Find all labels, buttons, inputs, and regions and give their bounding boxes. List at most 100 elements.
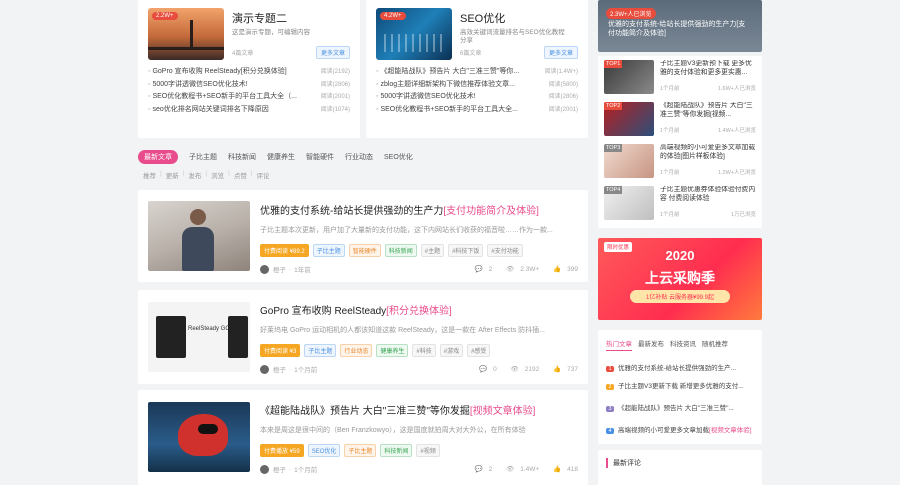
list-item[interactable]: 5000字讲透微信SEO优化技术!阅读(2806) bbox=[376, 91, 578, 104]
view-badge: 2.2W+ bbox=[152, 12, 178, 20]
hashtag[interactable]: #科技下饭 bbox=[448, 244, 484, 257]
featured-post-banner[interactable]: 2.3W+人已浏览 优雅的支付系统-给站长提供强劲的生产力[支付功能简介及体验] bbox=[598, 0, 762, 52]
list-item[interactable]: 3 《超能陆战队》预告片 大白"三准三赞"... bbox=[606, 402, 754, 412]
hot-post-thumb[interactable]: TOP3 bbox=[604, 144, 654, 178]
eye-icon: 👁 bbox=[510, 366, 519, 373]
tab-tech-news[interactable]: 科技新闻 bbox=[228, 152, 256, 162]
sort-comments[interactable]: 评论 bbox=[257, 170, 270, 180]
tab-random[interactable]: 随机推荐 bbox=[702, 338, 728, 351]
tab-tech-info[interactable]: 科技资讯 bbox=[670, 338, 696, 351]
more-articles-button[interactable]: 更多文章 bbox=[543, 46, 578, 59]
topic-thumb[interactable]: 4.2W+ bbox=[376, 8, 452, 60]
sort-updated[interactable]: 更新 bbox=[166, 170, 179, 180]
tab-industry[interactable]: 行业动态 bbox=[345, 152, 373, 162]
comment-count: 💬 2 bbox=[474, 466, 493, 473]
list-item[interactable]: seo优化排名网站关键词排名下降原因阅读(1074) bbox=[148, 104, 350, 117]
post-card[interactable]: ReelSteady GO GoPro 宣布收购 ReelSteady[积分兑换… bbox=[138, 290, 588, 384]
hot-post-title[interactable]: 《超能陆战队》预告片 大白"三准三赞"等你发掘[视频... bbox=[660, 102, 756, 121]
post-author[interactable]: 橙子 · 1个月前 bbox=[260, 464, 317, 474]
hot-post-item[interactable]: TOP4 子比主题优惠券体验体验付费内容 付费阅读体验 1个月前 1万已浏览 bbox=[604, 186, 756, 222]
hot-post-item[interactable]: TOP2 《超能陆战队》预告片 大白"三准三赞"等你发掘[视频... 1个月前 1… bbox=[604, 102, 756, 138]
post-thumbnail[interactable]: ReelSteady GO bbox=[148, 302, 250, 372]
promo-year: 2020 bbox=[665, 248, 695, 263]
category-tag[interactable]: 智能硬件 bbox=[348, 244, 381, 257]
topic-card-2[interactable]: 4.2W+ SEO优化 高效关键词流量排名与SEO优化教程分享 6篇文章 更多文… bbox=[366, 0, 588, 138]
avatar[interactable] bbox=[260, 364, 269, 374]
like-count[interactable]: 👍 737 bbox=[547, 366, 578, 373]
hot-post-thumb[interactable]: TOP2 bbox=[604, 102, 654, 136]
hot-post-item[interactable]: TOP1 子比主题V3更新预下载 更多优雅的支付体验和更多更实惠... 1个月前… bbox=[604, 60, 756, 96]
hashtag[interactable]: #主题 bbox=[420, 244, 445, 257]
topic-title[interactable]: SEO优化 bbox=[460, 10, 578, 26]
list-item[interactable]: 1 优雅的支付系统-给站长提供强劲的生产... bbox=[606, 362, 754, 372]
category-tag[interactable]: 科技新闻 bbox=[384, 244, 417, 257]
category-tag[interactable]: 子比主题 bbox=[312, 244, 345, 257]
list-item[interactable]: SEO优化教程书+SEO新手的平台工具大全...阅读(2001) bbox=[376, 104, 578, 117]
post-card[interactable]: 《超能陆战队》预告片 大白"三准三赞"等你发掘[视频文章体验] 本来是周这是很中… bbox=[138, 390, 588, 485]
avatar[interactable] bbox=[260, 464, 269, 474]
tab-latest[interactable]: 最新文章 bbox=[138, 150, 178, 164]
hot-post-title[interactable]: 子比主题V3更新预下载 更多优雅的支付体验和更多更实惠... bbox=[660, 60, 756, 79]
sort-recommend[interactable]: 推荐 bbox=[143, 170, 156, 180]
comment-icon: 💬 bbox=[474, 266, 483, 273]
post-thumbnail[interactable] bbox=[148, 201, 250, 271]
list-item[interactable]: 《超能陆战队》预告片 大白"三准三赞"等你...阅读(1.4W+) bbox=[376, 66, 578, 79]
tab-health[interactable]: 健康养生 bbox=[267, 152, 295, 162]
list-item[interactable]: zblog主题详细新架构下微信推荐体验文章...阅读(5800) bbox=[376, 79, 578, 92]
featured-caption[interactable]: 优雅的支付系统-给站长提供强劲的生产力[支付功能简介及体验] bbox=[608, 20, 752, 39]
post-title[interactable]: 《超能陆战队》预告片 大白"三准三赞"等你发掘[视频文章体验] bbox=[260, 402, 578, 417]
category-tag[interactable]: 科技新闻 bbox=[380, 444, 413, 457]
topic-title[interactable]: 演示专题二 bbox=[232, 10, 350, 26]
list-item[interactable]: GoPro 宣布收购 ReelSteady[积分兑换体验]阅读(2192) bbox=[148, 66, 350, 79]
hashtag[interactable]: #游戏 bbox=[439, 344, 464, 357]
tab-zibi-theme[interactable]: 子比主题 bbox=[189, 152, 217, 162]
post-author[interactable]: 橙子 · 1年前 bbox=[260, 264, 311, 274]
hot-post-thumb[interactable]: TOP1 bbox=[604, 60, 654, 94]
promo-subtitle: 1亿补贴 云服务器¥99.9起 bbox=[630, 290, 730, 303]
post-card[interactable]: 优雅的支付系统-给站长提供强劲的生产力[支付功能简介及体验] 子比主题本次更新，… bbox=[138, 190, 588, 282]
category-tag[interactable]: 子比主题 bbox=[344, 444, 377, 457]
hashtag[interactable]: #感受 bbox=[467, 344, 491, 357]
list-item[interactable]: 2 子比主题V3更新下载 新增更多优雅的支付... bbox=[606, 380, 754, 390]
topic-card-1[interactable]: 2.2W+ 演示专题二 这是演示专题，可编辑内容 4篇文章 更多文章 GoPro… bbox=[138, 0, 360, 138]
post-author[interactable]: 橙子 · 1个月前 bbox=[260, 364, 317, 374]
list-item[interactable]: 4 高端视频的小可爱更多文章加载[视频文章体验] bbox=[606, 424, 754, 434]
price-tag[interactable]: 付费阅读 ¥89.2 bbox=[260, 244, 309, 257]
post-thumbnail[interactable] bbox=[148, 402, 250, 472]
category-tabs: 最新文章 子比主题 科技新闻 健康养生 智能硬件 行业动态 SEO优化 bbox=[138, 150, 424, 164]
hashtag[interactable]: #支付功能 bbox=[487, 244, 523, 257]
tab-hot-articles[interactable]: 热门文章 bbox=[606, 338, 632, 351]
category-tag[interactable]: 健康养生 bbox=[376, 344, 409, 357]
price-tag[interactable]: 付费阅读 ¥3 bbox=[260, 344, 301, 357]
more-articles-button[interactable]: 更多文章 bbox=[315, 46, 350, 59]
category-tag[interactable]: SEO优化 bbox=[307, 444, 341, 457]
tab-newest[interactable]: 最新发布 bbox=[638, 338, 664, 351]
hot-post-title[interactable]: 子比主题优惠券体验体验付费内容 付费阅读体验 bbox=[660, 186, 756, 205]
post-stats: 💬 2 👁 2.3W+ 👍 399 bbox=[462, 265, 578, 273]
eye-icon: 👁 bbox=[506, 266, 515, 273]
hashtag[interactable]: #视频 bbox=[416, 444, 440, 457]
hot-post-item[interactable]: TOP3 高端视频的小可爱更多文章加载的体验[图片样板体验] 1个月前 1.2W+… bbox=[604, 144, 756, 180]
topic-thumb[interactable]: 2.2W+ bbox=[148, 8, 224, 60]
like-count[interactable]: 👍 399 bbox=[547, 266, 578, 273]
hashtag[interactable]: #科技 bbox=[412, 344, 436, 357]
post-title[interactable]: GoPro 宣布收购 ReelSteady[积分兑换体验] bbox=[260, 302, 578, 317]
tab-hardware[interactable]: 智能硬件 bbox=[306, 152, 334, 162]
sort-likes[interactable]: 点赞 bbox=[234, 170, 247, 180]
list-item[interactable]: 5000字讲透微信SEO优化技术!阅读(2806) bbox=[148, 79, 350, 92]
category-tag[interactable]: 子比主题 bbox=[304, 344, 337, 357]
post-tags: 付费阅读 ¥3 子比主题 行业动态 健康养生 #科技 #游戏 #感受 bbox=[260, 344, 578, 357]
hot-post-thumb[interactable]: TOP4 bbox=[604, 186, 654, 220]
sort-published[interactable]: 发布 bbox=[188, 170, 201, 180]
price-tag[interactable]: 付费播放 ¥59 bbox=[260, 444, 304, 457]
category-tag[interactable]: 行业动态 bbox=[340, 344, 373, 357]
post-title[interactable]: 优雅的支付系统-给站长提供强劲的生产力[支付功能简介及体验] bbox=[260, 202, 578, 217]
promo-banner[interactable]: 限时优惠 2020 上云采购季 1亿补贴 云服务器¥99.9起 bbox=[598, 238, 762, 320]
thumb-up-icon: 👍 bbox=[553, 366, 562, 373]
like-count[interactable]: 👍 418 bbox=[547, 466, 578, 473]
tab-seo[interactable]: SEO优化 bbox=[384, 152, 413, 162]
list-item[interactable]: SEO优化教程书+SEO新手的平台工具大全（...阅读(2001) bbox=[148, 91, 350, 104]
hot-post-title[interactable]: 高端视频的小可爱更多文章加载的体验[图片样板体验] bbox=[660, 144, 756, 163]
sort-views[interactable]: 浏览 bbox=[211, 170, 224, 180]
avatar[interactable] bbox=[260, 264, 269, 274]
